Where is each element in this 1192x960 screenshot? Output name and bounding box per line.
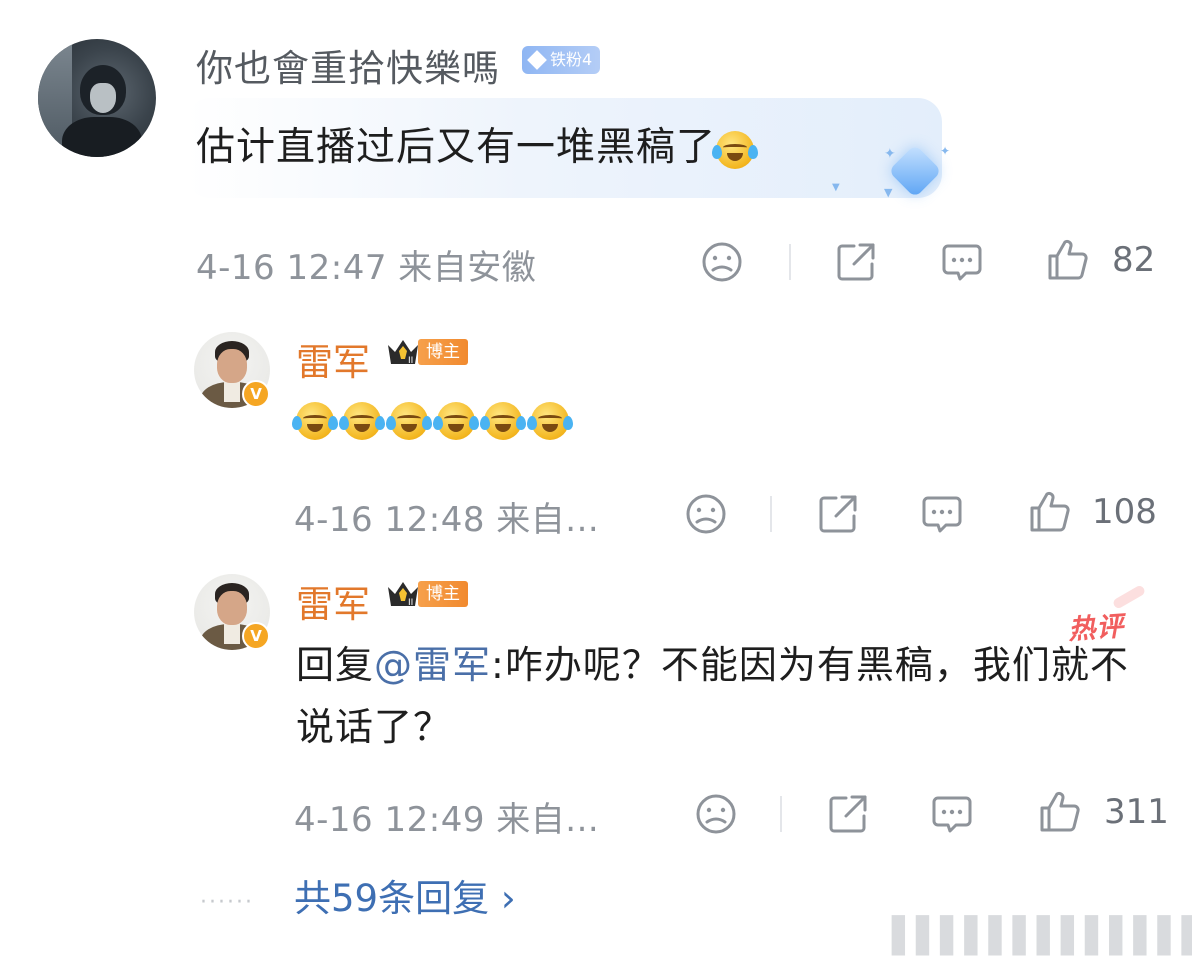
fan-badge-label: 铁粉4 xyxy=(550,50,593,69)
blogger-badge-label: 博主 xyxy=(418,581,468,607)
laugh-cry-emoji-icon xyxy=(712,130,759,169)
location: 来自安徽 xyxy=(398,248,537,288)
crown-icon: II xyxy=(386,579,420,609)
sparkle-icon: ✦ xyxy=(940,144,951,158)
laugh-cry-emoji-icon xyxy=(339,402,385,440)
timestamp: 4-16 12:48 xyxy=(294,500,485,540)
like-count: 82 xyxy=(1112,240,1156,280)
more-replies-link[interactable]: 共59条回复 › xyxy=(294,868,516,922)
mention-link[interactable]: @雷军 xyxy=(374,643,491,687)
comment-icon[interactable] xyxy=(930,792,974,836)
emoji-row xyxy=(292,402,573,440)
diamond-icon xyxy=(527,50,547,70)
divider xyxy=(770,496,772,532)
like-count: 311 xyxy=(1104,792,1169,832)
username[interactable]: 雷军 xyxy=(296,332,370,386)
reply-prefix: 回复 xyxy=(296,643,375,687)
dotted-leader: ······ xyxy=(200,890,254,915)
location: 来自... xyxy=(496,500,600,540)
laugh-cry-emoji-icon xyxy=(386,402,432,440)
avatar[interactable] xyxy=(38,39,156,157)
comment-meta: 4-16 12:47 来自安徽 xyxy=(196,240,536,289)
laugh-cry-emoji-icon xyxy=(527,402,573,440)
comment-icon[interactable] xyxy=(940,240,984,284)
timestamp: 4-16 12:49 xyxy=(294,800,485,840)
blogger-badge: II 博主 xyxy=(386,336,468,368)
verified-v-icon: V xyxy=(242,622,270,650)
username[interactable]: 你也會重拾快樂嗎 xyxy=(196,38,500,92)
dislike-face-icon[interactable] xyxy=(700,240,744,284)
blogger-badge-label: 博主 xyxy=(418,339,468,365)
like-count: 108 xyxy=(1092,492,1157,532)
comment-icon[interactable] xyxy=(920,492,964,536)
comment-text: 估计直播过后又有一堆黑稿了 xyxy=(196,116,759,172)
comment-meta: 4-16 12:49 来自... xyxy=(294,792,599,841)
sparkle-icon: ▼ xyxy=(884,186,893,199)
username[interactable]: 雷军 xyxy=(296,574,370,628)
laugh-cry-emoji-icon xyxy=(433,402,479,440)
sparkle-icon: ▼ xyxy=(832,182,840,193)
verified-v-icon: V xyxy=(242,380,270,408)
comment-meta: 4-16 12:48 来自... xyxy=(294,492,599,541)
watermark-decoration: ▌▌▌▌▌▌▌▌▌▌▌▌▌▌ xyxy=(892,916,1192,956)
reply-text: 回复@雷军:咋办呢？不能因为有黑稿，我们就不说话了？ xyxy=(296,634,1146,758)
share-icon[interactable] xyxy=(816,492,860,536)
dislike-face-icon[interactable] xyxy=(694,792,738,836)
crown-icon: II xyxy=(386,337,420,367)
laugh-cry-emoji-icon xyxy=(292,402,338,440)
divider xyxy=(789,244,791,280)
like-thumb-icon[interactable] xyxy=(1046,238,1090,282)
like-thumb-icon[interactable] xyxy=(1028,490,1072,534)
fan-level-badge[interactable]: 铁粉4 xyxy=(522,46,601,74)
svg-text:II: II xyxy=(408,356,413,366)
blogger-badge: II 博主 xyxy=(386,578,468,610)
share-icon[interactable] xyxy=(834,240,878,284)
svg-text:II: II xyxy=(408,598,413,608)
share-icon[interactable] xyxy=(826,792,870,836)
sparkle-icon: ✦ xyxy=(884,146,896,162)
like-thumb-icon[interactable] xyxy=(1038,790,1082,834)
laugh-cry-emoji-icon xyxy=(480,402,526,440)
dislike-face-icon[interactable] xyxy=(684,492,728,536)
divider xyxy=(780,796,782,832)
location: 来自... xyxy=(496,800,600,840)
timestamp: 4-16 12:47 xyxy=(196,248,387,288)
